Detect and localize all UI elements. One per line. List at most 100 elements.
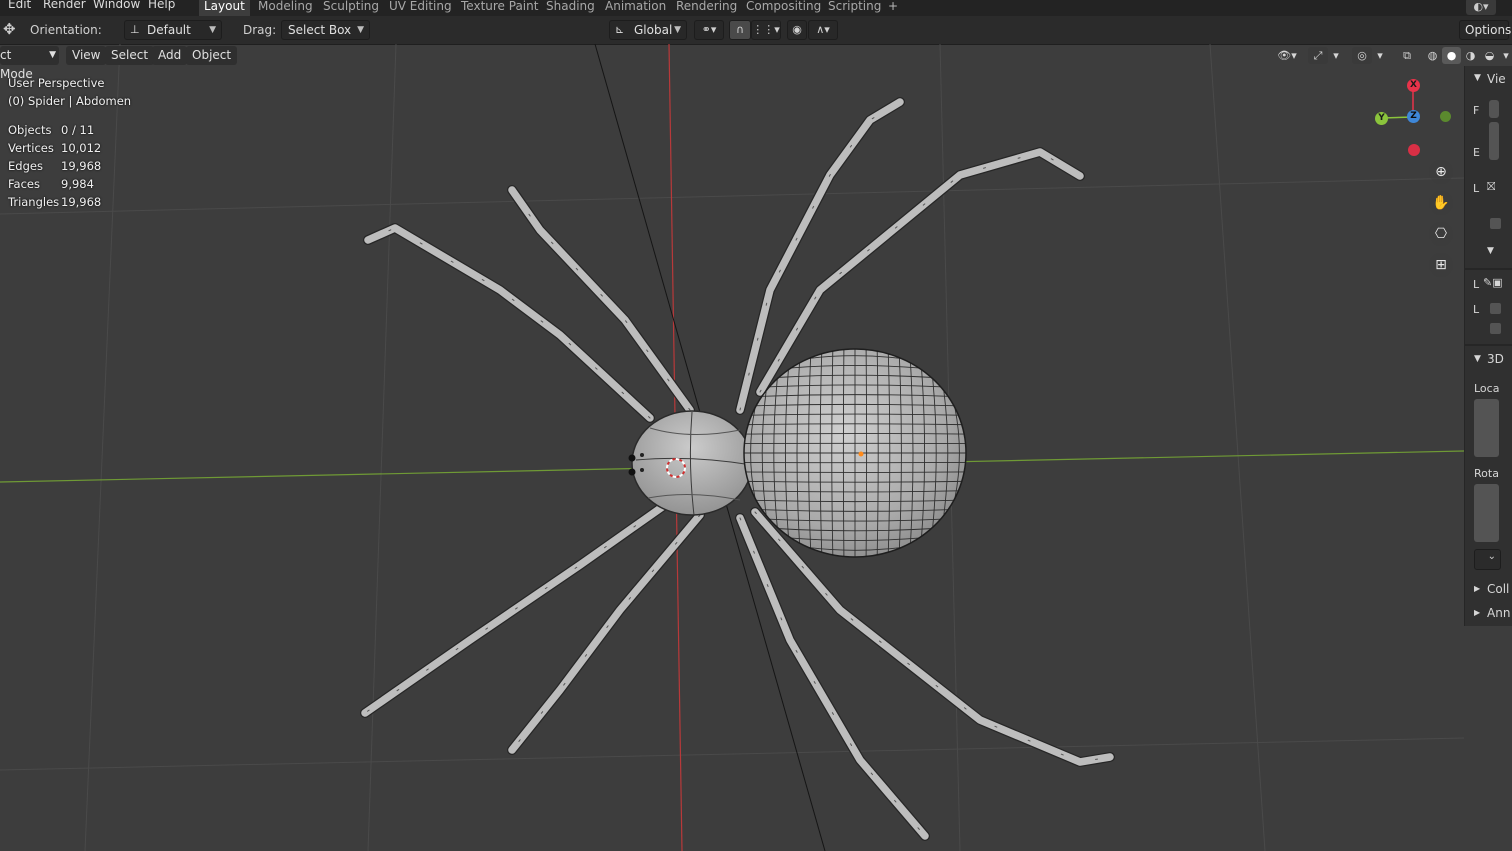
chevron-down-icon: ▾ xyxy=(1503,49,1509,62)
sidebar-annotations-header[interactable]: Ann xyxy=(1487,606,1510,620)
pivot-icon: ⚭▾ xyxy=(701,23,717,36)
spider-abdomen xyxy=(743,348,967,558)
shading-material[interactable]: ◑ xyxy=(1461,47,1480,64)
ortho-toggle-button[interactable]: ⊞ xyxy=(1429,253,1453,277)
camera-icon: ⎔ xyxy=(1434,226,1448,242)
gizmo-neg-x-dot[interactable] xyxy=(1408,144,1420,156)
shading-solid[interactable]: ● xyxy=(1442,47,1461,64)
viewport-scene[interactable] xyxy=(0,44,1464,851)
render-region-checkbox[interactable] xyxy=(1490,323,1501,334)
gizmo-icon: ⤢ xyxy=(1313,49,1323,62)
tab-texture-paint[interactable]: Texture Paint xyxy=(456,0,543,16)
expand-icon[interactable]: ▼ xyxy=(1487,246,1494,256)
top-menu-bar: Edit Render Window Help Layout Modeling … xyxy=(0,0,1512,16)
chevron-down-icon: ▼ xyxy=(49,50,56,60)
mode-dropdown[interactable]: ct Mode ▼ xyxy=(0,46,59,81)
drag-value: Select Box xyxy=(288,23,352,37)
shading-wireframe[interactable]: ◍ xyxy=(1423,47,1442,64)
sidebar-view-tab[interactable]: Vie xyxy=(1487,72,1506,86)
falloff-curve-icon: ∧▾ xyxy=(816,23,830,36)
tab-animation[interactable]: Animation xyxy=(600,0,671,16)
stat-vertices-value: 10,012 xyxy=(61,141,102,155)
transform-tool-icon: ✥ xyxy=(3,20,16,38)
gizmo-options[interactable]: ▾ xyxy=(1329,47,1343,64)
drag-label: Drag: xyxy=(243,23,277,37)
snap-increment-icon: ⋮⋮▾ xyxy=(752,23,780,36)
gizmo-toggle[interactable]: ⤢ xyxy=(1308,47,1328,64)
menu-view[interactable]: View xyxy=(66,46,107,65)
solid-sphere-icon: ● xyxy=(1446,49,1457,62)
tab-modeling[interactable]: Modeling xyxy=(253,0,318,16)
sidebar-label-f: F xyxy=(1473,104,1480,117)
focal-length-field[interactable] xyxy=(1489,100,1499,118)
grid-ortho-icon: ⊞ xyxy=(1435,257,1447,273)
menu-add[interactable]: Add xyxy=(152,46,188,65)
tab-layout[interactable]: Layout xyxy=(199,0,250,16)
tab-uv-editing[interactable]: UV Editing xyxy=(384,0,457,16)
falloff-button[interactable]: ∧▾ xyxy=(808,20,838,40)
sidebar-3d-cursor-header[interactable]: 3D xyxy=(1487,352,1504,366)
sidebar-collections-header[interactable]: Coll xyxy=(1487,582,1509,596)
clip-field[interactable] xyxy=(1489,122,1499,160)
gizmo-x-dot[interactable]: X xyxy=(1407,79,1420,92)
shading-rendered[interactable]: ◒ xyxy=(1480,47,1499,64)
camera-view-button[interactable]: ⎔ xyxy=(1429,222,1453,246)
menu-select[interactable]: Select xyxy=(105,46,155,65)
gizmo-z-dot[interactable]: Z xyxy=(1407,110,1420,123)
tab-sculpting[interactable]: Sculpting xyxy=(318,0,384,16)
menu-render[interactable]: Render xyxy=(43,0,86,11)
chevron-down-icon: ▾ xyxy=(1333,49,1339,62)
add-workspace-button[interactable]: + xyxy=(883,0,903,16)
proportional-edit-button[interactable]: ◉ xyxy=(787,20,807,40)
menu-window[interactable]: Window xyxy=(93,0,140,11)
scene-selector-icon[interactable]: ◐▾ xyxy=(1466,0,1496,15)
pan-button[interactable]: ✋ xyxy=(1429,191,1453,215)
orientation-dropdown[interactable]: ⊥ Default ▼ xyxy=(124,20,222,40)
overlay-options[interactable]: ▾ xyxy=(1373,47,1387,64)
stat-edges-label: Edges xyxy=(8,159,43,173)
tool-settings-bar: ✥ Orientation: ⊥ Default ▼ Drag: Select … xyxy=(0,16,1512,45)
gizmo-neg-y-dot[interactable] xyxy=(1440,111,1451,122)
stat-faces-label: Faces xyxy=(8,177,40,191)
chevron-down-icon: ▾ xyxy=(1377,49,1383,62)
shading-options[interactable]: ▾ xyxy=(1500,47,1512,64)
menu-help[interactable]: Help xyxy=(148,0,175,11)
overlay-toggle[interactable]: ◎ xyxy=(1352,47,1372,64)
pivot-point-button[interactable]: ⚭▾ xyxy=(694,20,724,40)
stat-faces-value: 9,984 xyxy=(61,177,94,191)
collapse-icon[interactable]: ▼ xyxy=(1474,354,1481,364)
menu-object[interactable]: Object xyxy=(186,46,238,65)
cursor-location-fields[interactable] xyxy=(1474,399,1499,457)
visibility-dropdown[interactable]: 👁▾ xyxy=(1271,47,1303,64)
zoom-button[interactable]: ⊕ xyxy=(1429,160,1453,184)
cursor-rotation-label: Rota xyxy=(1474,467,1499,480)
gizmo-y-dot[interactable]: Y xyxy=(1375,112,1388,125)
rotation-mode-dropdown[interactable]: ⌄ xyxy=(1474,549,1501,570)
drag-dropdown[interactable]: Select Box ▼ xyxy=(281,20,370,40)
tab-scripting[interactable]: Scripting xyxy=(823,0,886,16)
hand-pan-icon: ✋ xyxy=(1432,195,1450,211)
mode-value: ct Mode xyxy=(0,48,33,81)
xray-toggle[interactable]: ⧉ xyxy=(1397,47,1417,64)
transform-orientation-dropdown[interactable]: ⊾ Global ▼ xyxy=(609,20,687,40)
cursor-rotation-fields[interactable] xyxy=(1474,484,1499,542)
chevron-down-icon: ▼ xyxy=(357,25,364,35)
tab-compositing[interactable]: Compositing xyxy=(741,0,826,16)
local-camera-checkbox[interactable] xyxy=(1490,303,1501,314)
lock-checkbox[interactable] xyxy=(1490,218,1501,229)
tab-rendering[interactable]: Rendering xyxy=(671,0,742,16)
snap-target-button[interactable]: ⋮⋮▾ xyxy=(751,20,781,40)
stat-vertices-label: Vertices xyxy=(8,141,54,155)
tab-shading[interactable]: Shading xyxy=(541,0,600,16)
expand-icon[interactable]: ▶ xyxy=(1474,608,1480,617)
magnet-icon: ∩ xyxy=(735,23,745,36)
eye-icon: 👁▾ xyxy=(1277,49,1297,62)
transform-orientation-value: Global xyxy=(634,23,673,37)
menu-edit[interactable]: Edit xyxy=(8,0,31,11)
collapse-icon[interactable]: ▼ xyxy=(1474,73,1481,83)
options-dropdown[interactable]: Options xyxy=(1459,20,1511,40)
snap-toggle-button[interactable]: ∩ xyxy=(729,20,751,40)
expand-icon[interactable]: ▶ xyxy=(1474,584,1480,593)
3d-viewport[interactable]: User Perspective (0) Spider | Abdomen Ob… xyxy=(0,44,1464,851)
wireframe-sphere-icon: ◍ xyxy=(1427,49,1438,62)
